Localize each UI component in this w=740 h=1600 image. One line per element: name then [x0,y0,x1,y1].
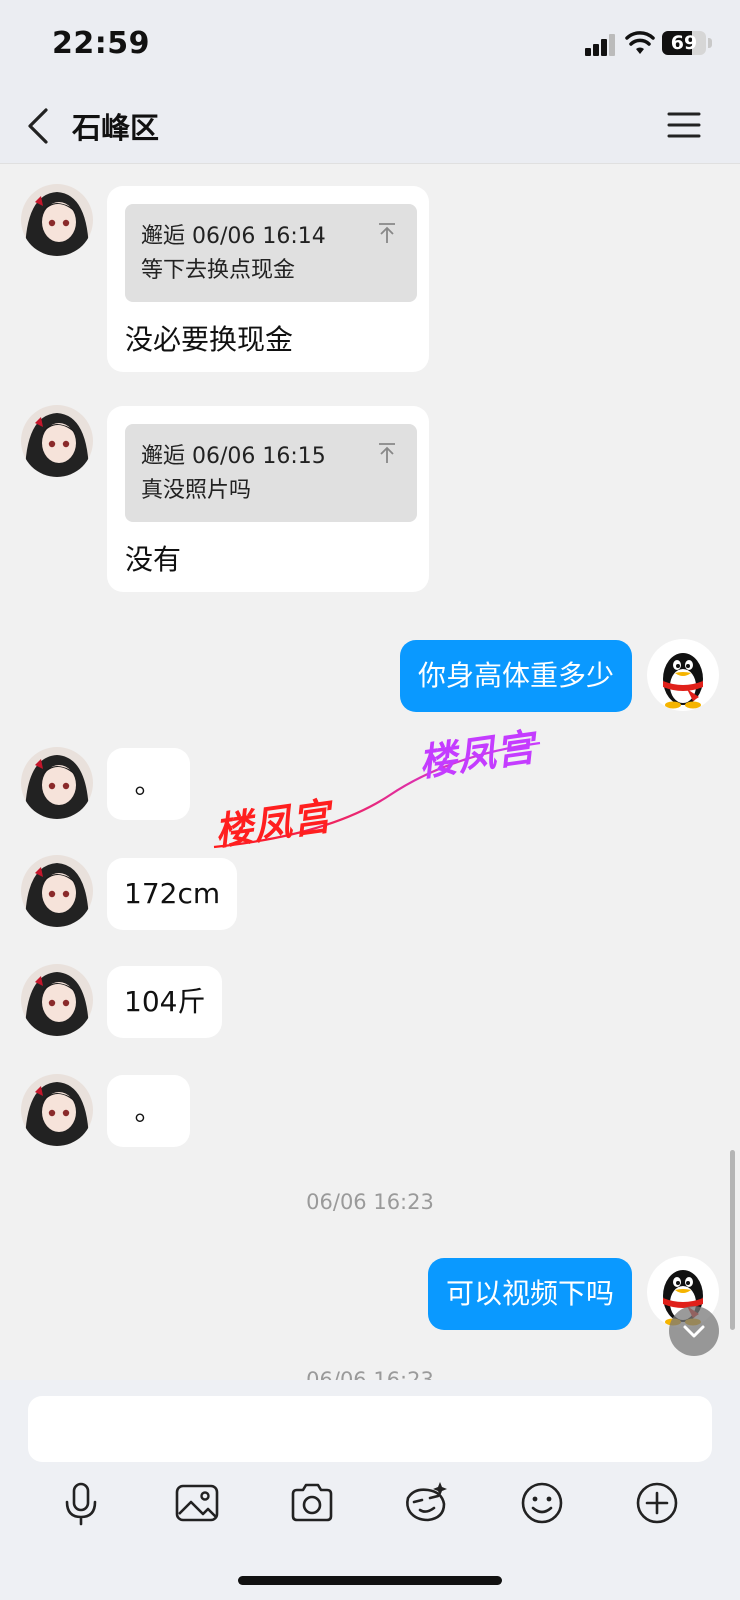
battery-icon: 69 [662,31,706,55]
message-text: 没有 [125,543,182,576]
quoted-sender-time: 邂逅 06/06 16:14 [141,224,326,249]
nav-bar: 石峰区 [0,90,740,164]
emoji-icon[interactable] [515,1476,569,1530]
contact-avatar[interactable] [21,964,93,1036]
quoted-message[interactable]: 邂逅 06/06 16:14 等下去换点现金 [125,204,417,302]
message-text: 没必要换现金 [125,323,294,356]
avatar-image [21,855,93,927]
contact-avatar[interactable] [21,1074,93,1146]
avatar-image [21,964,93,1036]
signal-icon [585,34,617,56]
jump-to-top-icon[interactable] [377,442,397,464]
jump-to-top-icon[interactable] [377,222,397,244]
message-bubble[interactable]: 邂逅 06/06 16:15 真没照片吗 没有 [107,406,429,592]
quoted-text: 等下去换点现金 [141,258,296,283]
battery-level: 69 [670,32,698,54]
contact-avatar[interactable] [21,184,93,256]
sticker-icon[interactable] [400,1476,454,1530]
contact-avatar[interactable] [21,405,93,477]
scrollbar[interactable] [730,1150,735,1330]
my-avatar[interactable] [647,639,719,711]
avatar-image [21,184,93,256]
contact-avatar[interactable] [21,855,93,927]
chat-area[interactable]: 邂逅 06/06 16:14 等下去换点现金 没必要换现金 邂逅 06/06 1… [0,164,740,1380]
chevron-down-icon [683,1325,705,1338]
message-timestamp: 06/06 16:23 [306,1368,434,1380]
input-area [0,1380,740,1600]
avatar-image [21,1074,93,1146]
microphone-icon[interactable] [54,1476,108,1530]
message-bubble[interactable]: 。 [107,748,190,820]
status-time: 22:59 [52,26,150,61]
message-bubble[interactable]: 104斤 [107,966,223,1038]
wifi-icon [625,31,655,54]
image-icon[interactable] [170,1476,224,1530]
qq-penguin-icon [663,653,703,709]
message-bubble[interactable]: 172cm [107,858,238,930]
quoted-sender-time: 邂逅 06/06 16:15 [141,444,326,469]
home-indicator [238,1576,502,1585]
battery-tip [708,38,712,48]
chat-title: 石峰区 [72,111,160,145]
message-input[interactable] [28,1396,712,1462]
plus-icon[interactable] [630,1476,684,1530]
message-bubble[interactable]: 。 [107,1075,190,1147]
message-timestamp: 06/06 16:23 [306,1190,434,1214]
scroll-to-bottom-button[interactable] [669,1306,719,1356]
status-bar: 22:59 69 [0,0,740,90]
menu-icon[interactable] [667,110,701,140]
quoted-text: 真没照片吗 [141,478,252,503]
quoted-message[interactable]: 邂逅 06/06 16:15 真没照片吗 [125,424,417,522]
camera-icon[interactable] [285,1476,339,1530]
contact-avatar[interactable] [21,747,93,819]
avatar-image [21,747,93,819]
outgoing-message-bubble[interactable]: 可以视频下吗 [427,1258,632,1330]
back-arrow-icon[interactable] [24,106,54,146]
outgoing-message-bubble[interactable]: 你身高体重多少 [399,640,632,712]
message-bubble[interactable]: 邂逅 06/06 16:14 等下去换点现金 没必要换现金 [107,186,429,372]
avatar-image [21,405,93,477]
